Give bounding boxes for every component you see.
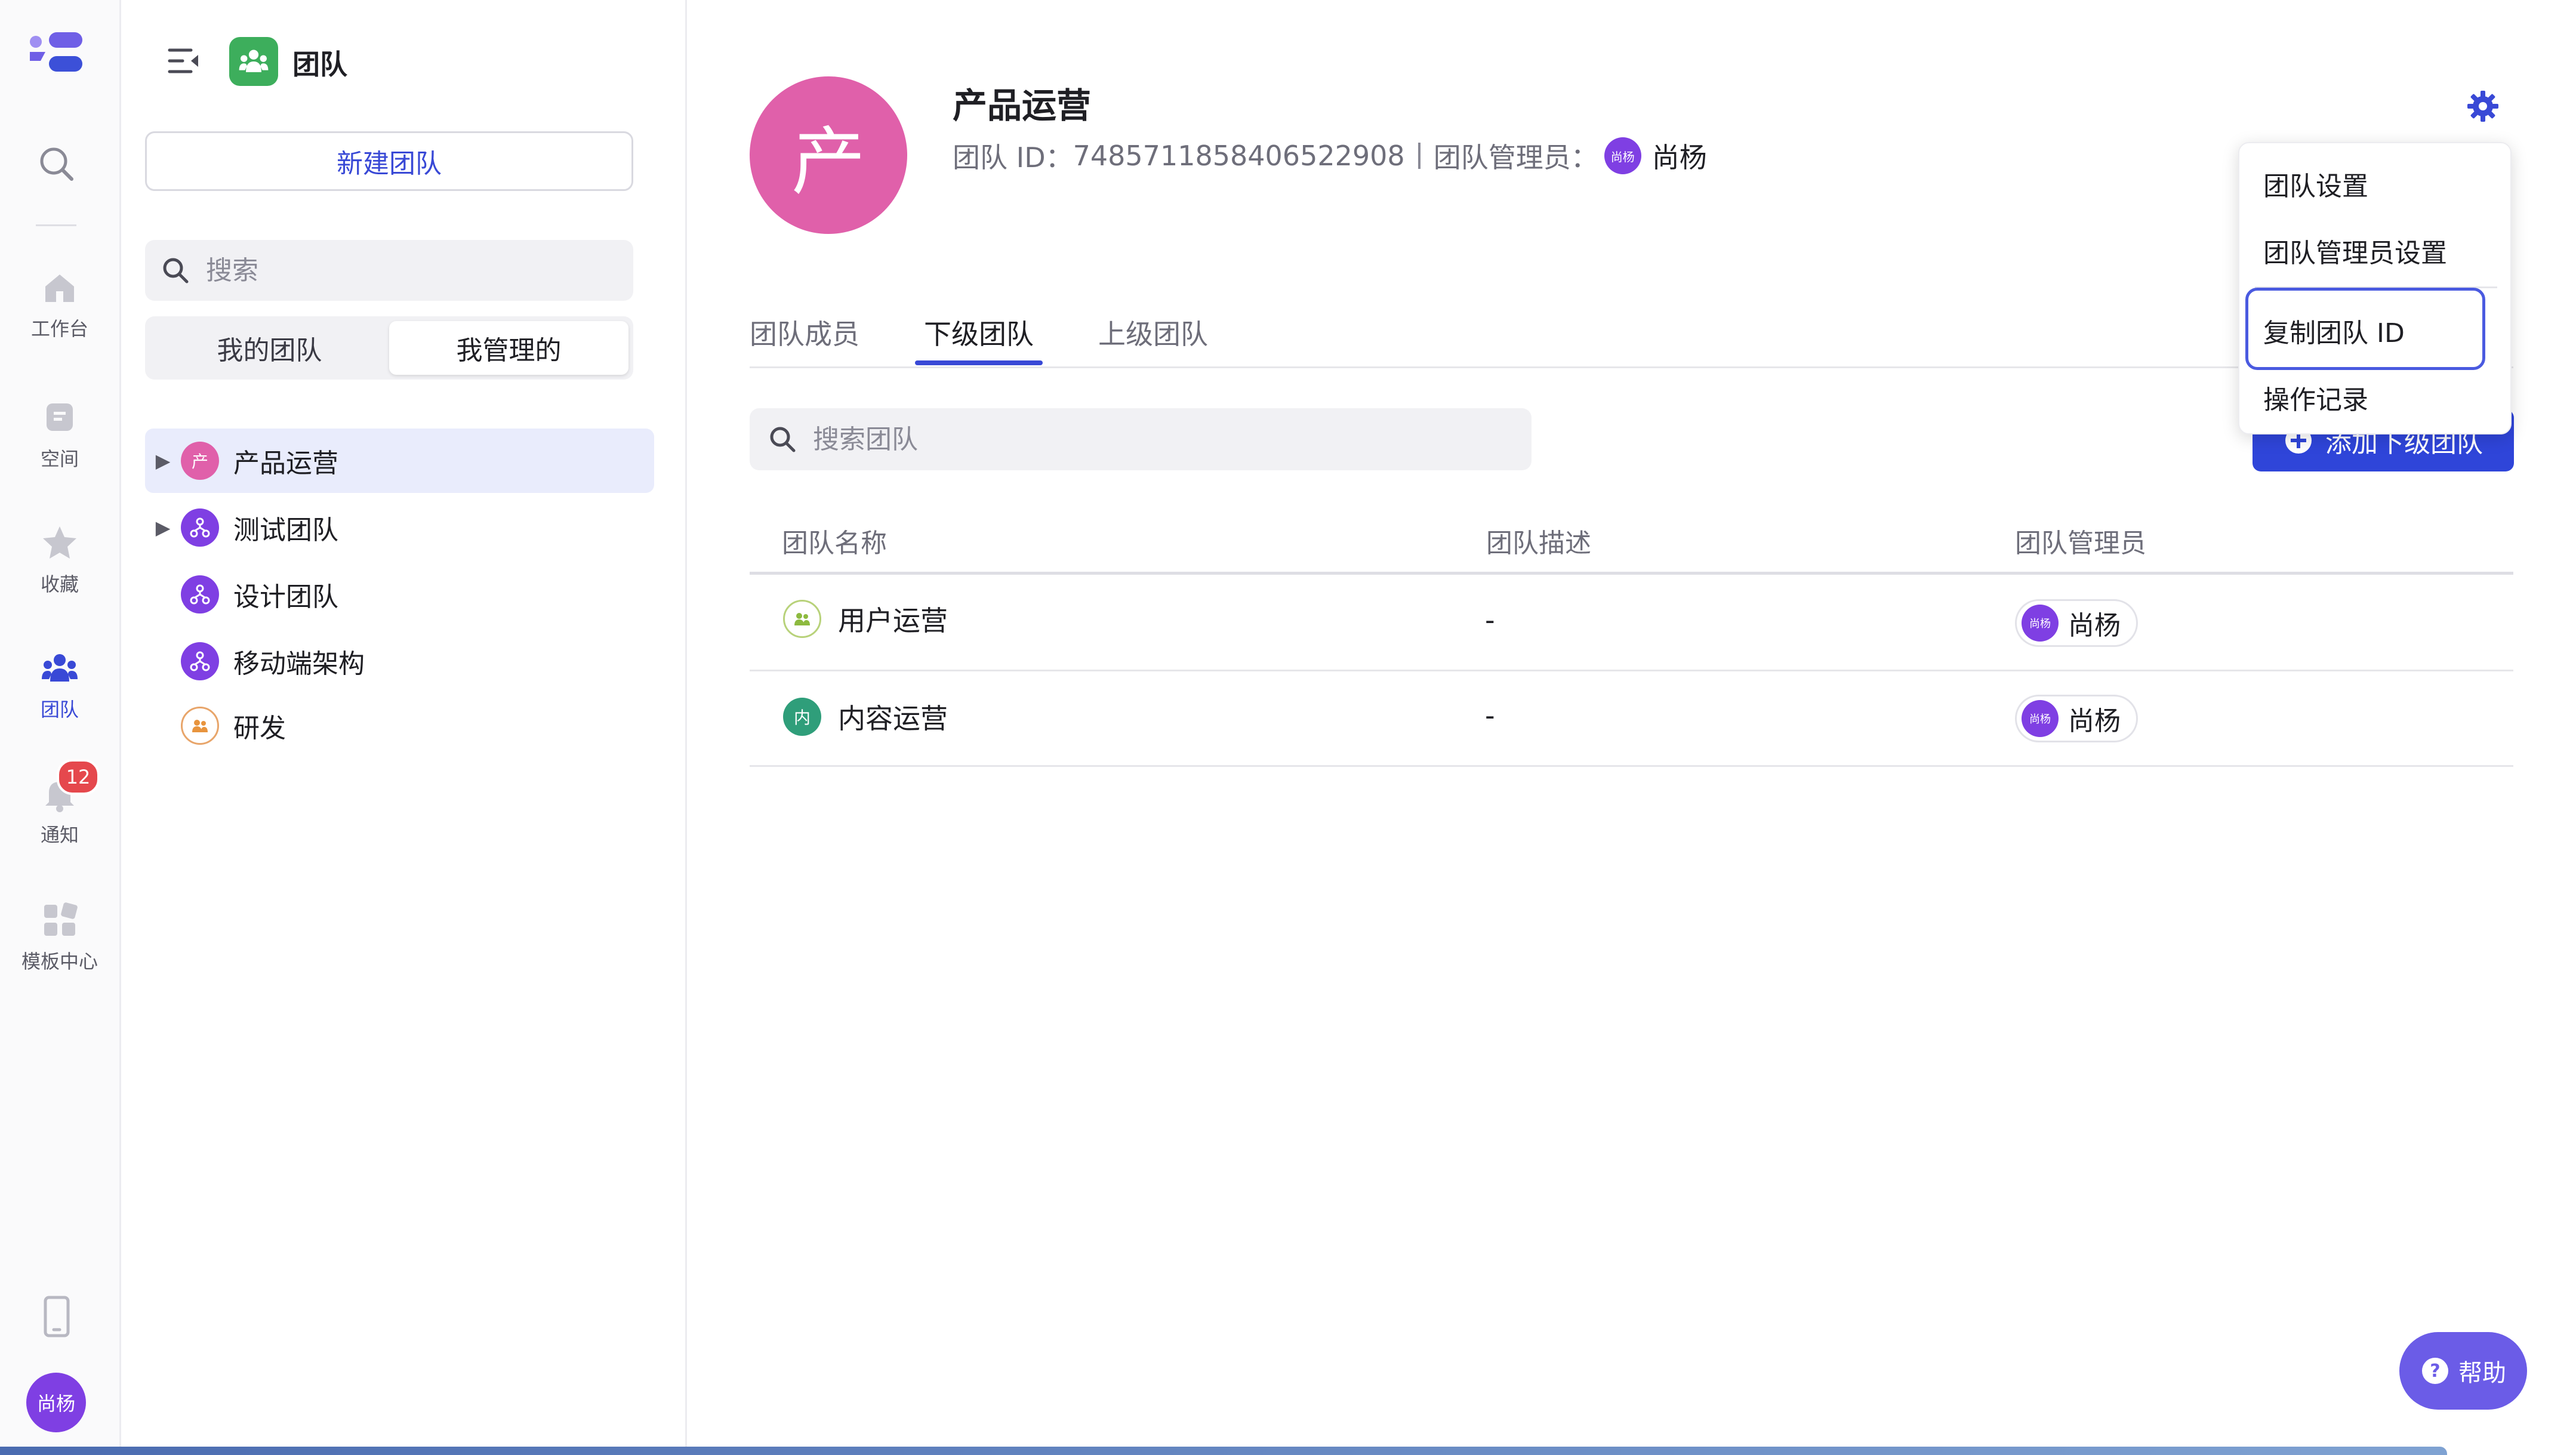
left-rail: 工作台 空间 收藏 团队 通知 12 模板中心 尚杨 [0,0,121,1455]
app-logo-icon[interactable] [27,30,85,75]
rail-item-label: 工作台 [30,317,88,340]
subteam-search-input[interactable] [812,423,1172,455]
tab-members[interactable]: 团队成员 [750,313,859,352]
tree-item-product-ops[interactable]: ▶ 产 产品运营 [145,429,654,493]
team-id-label: 团队 ID： [953,141,1073,174]
tree-item-label: 测试团队 [233,515,338,545]
new-team-button[interactable]: 新建团队 [145,131,633,191]
admin-name: 尚杨 [2068,706,2121,736]
team-id-value: 7485711858406522908 [1073,140,1405,172]
row-divider [750,670,2513,671]
rail-item-workbench[interactable]: 工作台 [0,269,119,341]
tree-item-rnd[interactable]: 研发 [145,693,654,758]
table-row-name[interactable]: 用户运营 [783,599,948,639]
admin-avatar: 尚杨 [1604,137,1641,174]
home-icon [45,275,74,302]
tab-managed-teams[interactable]: 我管理的 [389,321,628,375]
admin-chip[interactable]: 尚杨 尚杨 [2015,695,2138,742]
people-icon [181,707,219,745]
star-icon [43,526,76,559]
tree-item-design-team[interactable]: 设计团队 [145,562,654,627]
subteam-desc: - [1485,699,1495,732]
rail-item-templates[interactable]: 模板中心 [0,901,119,974]
menu-item-admin-settings[interactable]: 团队管理员设置 [2239,232,2513,270]
org-icon [181,508,219,547]
subteam-name: 用户运营 [838,605,948,637]
rail-item-team[interactable]: 团队 [0,649,119,722]
admin-chip[interactable]: 尚杨 尚杨 [2015,599,2138,647]
team-scope-toggle: 我的团队 我管理的 [145,316,633,380]
sidebar-title: 团队 [292,48,347,81]
tree-item-label: 研发 [233,713,286,744]
team-settings-menu: 团队设置 团队管理员设置 复制团队 ID 操作记录 [2238,142,2512,434]
sidebar-search-input[interactable] [205,254,565,286]
admin-name: 尚杨 [2068,611,2121,641]
rail-divider [36,224,76,226]
rail-item-label: 模板中心 [21,950,98,973]
question-icon: ? [2422,1358,2448,1384]
org-icon [181,575,219,614]
sidebar-search[interactable] [145,240,633,301]
expand-caret-icon[interactable]: ▶ [145,516,181,539]
menu-item-team-settings[interactable]: 团队设置 [2239,165,2513,203]
row-divider [750,765,2513,767]
column-header-desc: 团队描述 [1486,528,1591,559]
team-meta: 团队 ID： 7485711858406522908 团队管理员： 尚杨 尚杨 [953,136,1707,175]
team-admin-label: 团队管理员： [1433,141,1598,174]
team-name: 产品运营 [953,85,1092,126]
team-icon [239,50,269,72]
rail-item-label: 收藏 [40,573,79,596]
tab-my-teams[interactable]: 我的团队 [150,321,389,375]
table-header-divider [750,572,2513,575]
search-icon [163,258,189,283]
menu-item-activity-log[interactable]: 操作记录 [2239,378,2513,417]
admin-avatar: 尚杨 [2022,700,2059,737]
tree-item-test-team[interactable]: ▶ 测试团队 [145,495,654,560]
rail-item-space[interactable]: 空间 [0,399,119,471]
bottom-edge-bar [0,1447,2447,1455]
column-header-name: 团队名称 [782,528,887,559]
collapse-sidebar-icon[interactable] [167,45,201,76]
admin-avatar: 尚杨 [2022,605,2059,642]
tree-item-label: 移动端架构 [233,649,365,679]
search-icon[interactable] [36,143,76,184]
org-icon [181,642,219,680]
mobile-icon[interactable] [42,1295,72,1338]
subteam-desc: - [1485,604,1495,636]
help-label: 帮助 [2458,1360,2506,1387]
gear-icon[interactable] [2466,90,2500,123]
team-avatar: 产 [181,442,219,480]
notification-badge: 12 [57,759,100,795]
expand-caret-icon[interactable]: ▶ [145,449,181,472]
rail-item-label: 团队 [40,698,79,721]
document-icon [47,403,73,431]
team-icon [42,654,78,682]
subteam-name: 内容运营 [838,702,948,735]
column-header-admin: 团队管理员 [2015,528,2146,559]
active-tab-indicator [915,360,1043,365]
meta-separator [1418,143,1421,169]
tree-item-mobile-arch[interactable]: 移动端架构 [145,629,654,693]
people-icon [783,600,821,638]
team-avatar-large: 产 [750,76,907,234]
rail-item-label: 通知 [40,824,79,846]
search-icon [770,427,796,452]
grid-icon [44,902,78,936]
tab-parent-teams[interactable]: 上级团队 [1098,313,1208,352]
team-admin-name: 尚杨 [1651,141,1707,174]
sidebar-team-icon [229,37,278,86]
tree-item-label: 设计团队 [233,582,338,612]
rail-item-label: 空间 [40,448,79,470]
menu-item-copy-team-id[interactable]: 复制团队 ID [2239,312,2513,350]
tree-item-label: 产品运营 [233,448,338,479]
table-row-name[interactable]: 内 内容运营 [783,697,948,736]
team-avatar: 内 [783,698,821,736]
subteam-search[interactable] [750,408,1532,470]
rail-item-favorites[interactable]: 收藏 [0,524,119,597]
svg-text:?: ? [2430,1361,2440,1382]
tab-subteams[interactable]: 下级团队 [924,313,1034,352]
user-avatar[interactable]: 尚杨 [26,1373,86,1432]
help-button[interactable]: ? 帮助 [2399,1332,2527,1410]
